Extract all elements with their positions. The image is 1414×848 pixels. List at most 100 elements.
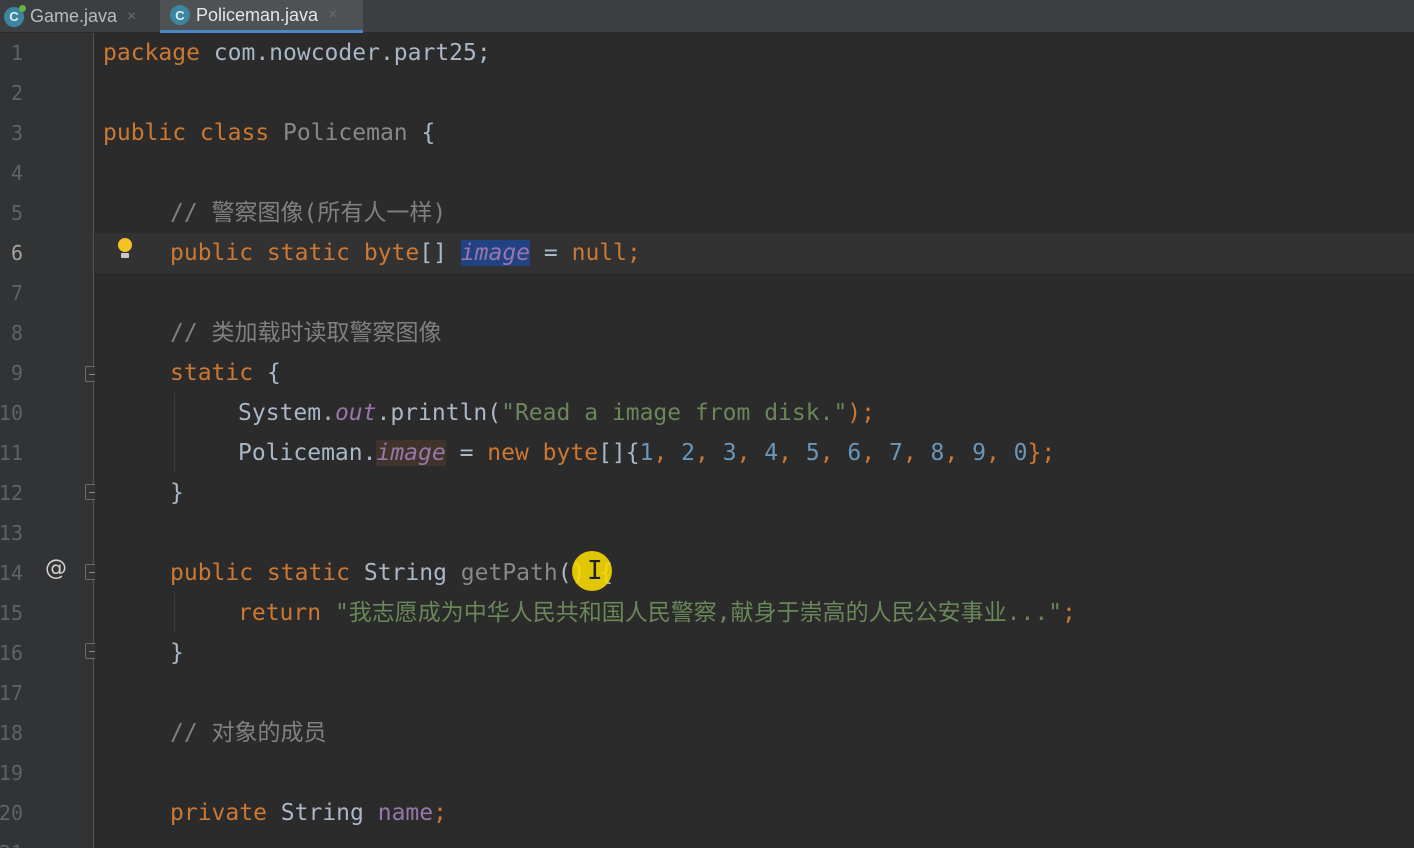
number-literal: 5: [805, 440, 820, 466]
comment: // 对象的成员: [170, 720, 327, 746]
string-literal: "Read a image from disk.": [501, 400, 848, 426]
line-number: 9: [10, 361, 23, 385]
number-literal: 9: [972, 440, 986, 466]
line-number: 7: [10, 281, 23, 305]
ide-window: C Game.java × C Policeman.java × 1 2 3 4…: [0, 0, 1414, 848]
code-line-14: public static String getPath() {: [170, 553, 613, 593]
number-literal: 8: [930, 440, 945, 466]
class-name: Policeman: [283, 120, 408, 146]
line-number: 19: [0, 761, 23, 785]
semicolon: ;: [1062, 600, 1076, 626]
code-line-9: static {: [170, 353, 281, 393]
keyword: public static byte: [170, 240, 420, 266]
semicolon: ;: [626, 240, 641, 266]
call-end: );: [847, 400, 875, 426]
line-number: 13: [0, 521, 23, 545]
line-number: 10: [0, 401, 23, 425]
number-literal: 7: [888, 440, 903, 466]
string-literal: "我志愿成为中华人民共和国人民警察,献身于崇高的人民公安事业...": [321, 600, 1063, 626]
field-name: name: [377, 800, 434, 826]
operator: =: [445, 440, 488, 466]
java-class-icon: C: [170, 5, 190, 25]
override-marker-icon[interactable]: @: [45, 556, 67, 581]
keyword: private: [170, 800, 267, 826]
comment: // 警察图像(所有人一样): [170, 200, 447, 226]
array-open: []{: [598, 440, 640, 466]
code-line-1: package com.nowcoder.part25;: [103, 33, 491, 73]
code-line-5: // 警察图像(所有人一样): [170, 193, 446, 233]
line-number: 14: [0, 561, 23, 585]
class-ref: Policeman.: [238, 440, 377, 466]
field-type: String: [266, 800, 378, 826]
run-badge-icon: [19, 4, 26, 12]
current-line-number: 6: [10, 241, 23, 265]
code-line-11: Policeman.image = new byte[]{1, 2, 3, 4,…: [238, 440, 1056, 466]
keyword: public class: [103, 120, 270, 146]
editor-tab-bar: C Game.java × C Policeman.java ×: [0, 0, 1414, 33]
line-number: 4: [10, 161, 23, 185]
code-editor[interactable]: package com.nowcoder.part25; public clas…: [95, 33, 1414, 848]
line-number: 5: [10, 201, 23, 225]
operator: =: [530, 240, 572, 266]
static-field-out: out: [334, 400, 377, 426]
code-line-15: return "我志愿成为中华人民共和国人民警察,献身于崇高的人民公安事业...…: [238, 593, 1076, 633]
null-literal: null: [571, 240, 627, 266]
number-literal: 0: [1013, 440, 1028, 466]
number-literal: 4: [764, 440, 779, 466]
number-literal: 6: [847, 440, 862, 466]
keyword: new byte: [487, 440, 599, 466]
array-close: };: [1027, 440, 1056, 466]
java-class-icon: C: [4, 4, 26, 27]
keyword: package: [103, 40, 200, 66]
line-number: 18: [0, 721, 23, 745]
line-number: 11: [0, 441, 23, 465]
selected-field-image[interactable]: image: [460, 240, 531, 266]
number-literal: 3: [722, 440, 737, 466]
line-number: 8: [10, 321, 23, 345]
return-type: String: [350, 560, 461, 586]
keyword: static: [170, 360, 254, 386]
close-icon[interactable]: ×: [127, 8, 136, 26]
brace: {: [253, 360, 281, 386]
method-call: .println(: [376, 400, 502, 426]
line-number: 17: [0, 681, 23, 705]
code-line-12: }: [170, 473, 184, 513]
text-cursor-icon: I: [587, 556, 603, 586]
array-brackets: []: [419, 240, 461, 266]
lightbulb-intention-icon[interactable]: [117, 238, 133, 262]
line-number: 20: [0, 801, 23, 825]
tab-game-java[interactable]: C Game.java ×: [0, 0, 155, 33]
brace: }: [170, 640, 184, 666]
close-icon[interactable]: ×: [328, 6, 337, 24]
tab-label: Policeman.java: [196, 4, 319, 25]
class-ref: System.: [238, 400, 335, 426]
indent-guide: [174, 393, 175, 473]
code-line-6: public static byte[] image = null;: [170, 233, 641, 273]
code-line-10: System.out.println("Read a image from di…: [238, 393, 875, 433]
indent-guide: [174, 593, 175, 633]
keyword: public static: [170, 560, 351, 586]
code-line-18: // 对象的成员: [170, 713, 327, 753]
code-line-16: }: [170, 633, 184, 673]
brace: {: [407, 120, 436, 146]
number-literal: 2: [681, 440, 696, 466]
method-name[interactable]: getPath: [461, 560, 558, 586]
code-line-8: // 类加载时读取警察图像: [170, 313, 442, 353]
line-number-gutter[interactable]: 1 2 3 4 5 6 7 8 9 10 11 12 13 14 15 16 1…: [0, 33, 101, 848]
code-line-20: private String name;: [170, 793, 447, 833]
field-usage-image[interactable]: image: [376, 440, 446, 466]
code-line-3: public class Policeman {: [103, 113, 435, 153]
brace: }: [170, 480, 184, 506]
tab-label: Game.java: [30, 6, 118, 26]
tab-policeman-java[interactable]: C Policeman.java ×: [160, 0, 363, 33]
keyword: return: [238, 600, 322, 626]
number-literal: 1: [639, 440, 654, 466]
line-number: 16: [0, 641, 23, 665]
line-number: 3: [10, 121, 23, 145]
line-number: 21: [0, 833, 23, 848]
line-number: 12: [0, 481, 23, 505]
semicolon: ;: [433, 800, 447, 826]
line-number: 15: [0, 601, 23, 625]
line-number: 1: [10, 41, 23, 65]
comment: // 类加载时读取警察图像: [170, 320, 442, 346]
